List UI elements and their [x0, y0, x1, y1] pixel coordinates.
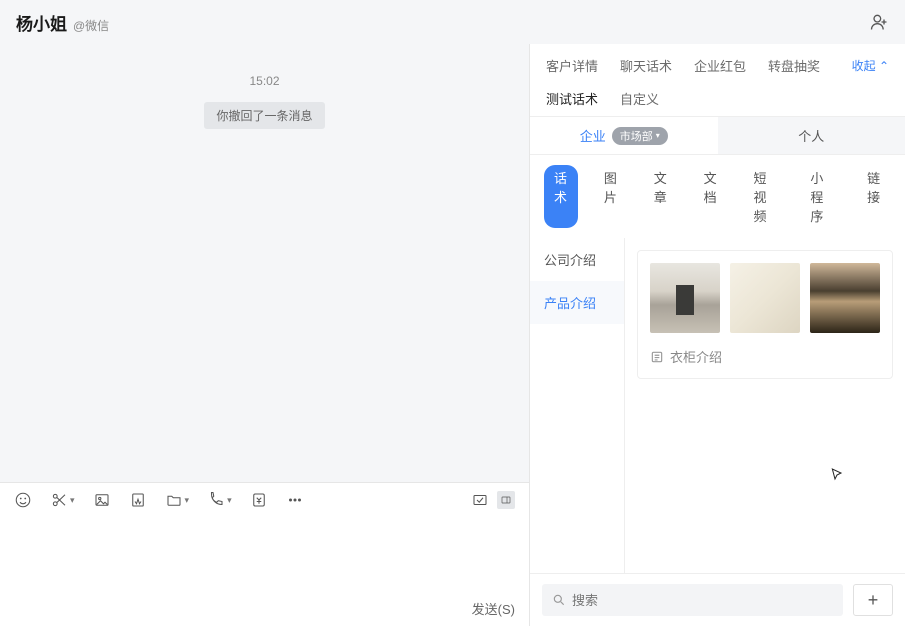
type-miniprogram[interactable]: 小程序	[800, 165, 841, 228]
quickreply-icon[interactable]	[471, 491, 489, 509]
search-input[interactable]	[572, 593, 833, 608]
tab-personal[interactable]: 个人	[718, 117, 905, 154]
scissors-tool[interactable]: ▾	[50, 491, 75, 509]
emoji-icon[interactable]	[14, 491, 32, 509]
owner-tabs: 企业 市场部 个人	[530, 116, 905, 155]
composer-toolbar: ▾ ▾ ▾	[0, 483, 529, 515]
folder-icon	[165, 491, 183, 509]
image-icon[interactable]	[93, 491, 111, 509]
type-article[interactable]: 文章	[644, 165, 678, 228]
panel-toggle-icon[interactable]	[497, 491, 515, 509]
category-list: 公司介绍 产品介绍	[530, 238, 625, 573]
tab-chat-scripts[interactable]: 聊天话术	[620, 56, 672, 75]
thumbnail-1	[650, 263, 720, 333]
folder-tool[interactable]: ▾	[165, 491, 190, 509]
send-button[interactable]: 发送(S)	[472, 602, 515, 617]
search-box[interactable]	[542, 584, 843, 616]
tab-company-label: 企业	[580, 126, 606, 145]
side-footer: +	[530, 573, 905, 626]
content-type-row: 话术 图片 文章 文档 短视频 小程序 链接	[530, 155, 905, 238]
tab-customer-detail[interactable]: 客户详情	[546, 56, 598, 75]
composer: ▾ ▾ ▾ 发送(S)	[0, 482, 529, 626]
search-icon	[552, 593, 566, 607]
messages-area: 15:02 你撤回了一条消息	[0, 44, 529, 482]
card-area: 衣柜介绍	[625, 238, 905, 573]
thumbnail-2	[730, 263, 800, 333]
contact-name: 杨小姐	[16, 10, 67, 35]
tab-redpacket[interactable]: 企业红包	[694, 56, 746, 75]
add-contact-icon[interactable]	[869, 12, 889, 32]
message-input[interactable]	[0, 515, 529, 595]
type-script[interactable]: 话术	[544, 165, 578, 228]
side-pane: 客户详情 聊天话术 企业红包 转盘抽奖 收起 ⌃ 测试话术 自定义 企业 市场部…	[530, 44, 905, 626]
type-shortvideo[interactable]: 短视频	[744, 165, 785, 228]
header: 杨小姐 @微信	[0, 0, 905, 44]
collapse-link[interactable]: 收起 ⌃	[852, 57, 889, 74]
category-product-intro[interactable]: 产品介绍	[530, 281, 624, 324]
contact-source: @微信	[73, 17, 109, 34]
tab-personal-label: 个人	[798, 126, 824, 145]
more-icon[interactable]	[286, 491, 304, 509]
card-note-text: 衣柜介绍	[670, 347, 722, 366]
add-button[interactable]: +	[853, 584, 893, 616]
tab-lottery[interactable]: 转盘抽奖	[768, 56, 820, 75]
type-link[interactable]: 链接	[857, 165, 891, 228]
redpacket-icon[interactable]	[250, 491, 268, 509]
category-company-intro[interactable]: 公司介绍	[530, 238, 624, 281]
tab-test-scripts[interactable]: 测试话术	[546, 89, 598, 108]
department-badge[interactable]: 市场部	[612, 127, 668, 145]
tab-custom[interactable]: 自定义	[620, 89, 659, 108]
type-image[interactable]: 图片	[594, 165, 628, 228]
material-card[interactable]: 衣柜介绍	[637, 250, 893, 379]
phone-tool[interactable]: ▾	[207, 491, 232, 509]
phone-icon	[207, 491, 225, 509]
type-doc[interactable]: 文档	[694, 165, 728, 228]
tab-company[interactable]: 企业 市场部	[530, 117, 718, 154]
side-tabs-primary: 客户详情 聊天话术 企业红包 转盘抽奖 收起 ⌃	[530, 44, 905, 79]
thumbnail-3	[810, 263, 880, 333]
side-tabs-secondary: 测试话术 自定义	[530, 79, 905, 116]
message-time: 15:02	[0, 74, 529, 88]
note-icon	[650, 350, 664, 364]
scissors-icon	[50, 491, 68, 509]
chat-pane: 15:02 你撤回了一条消息 ▾ ▾ ▾	[0, 44, 530, 626]
doc-icon[interactable]	[129, 491, 147, 509]
recall-notice: 你撤回了一条消息	[204, 102, 324, 129]
cursor-icon	[829, 467, 845, 483]
